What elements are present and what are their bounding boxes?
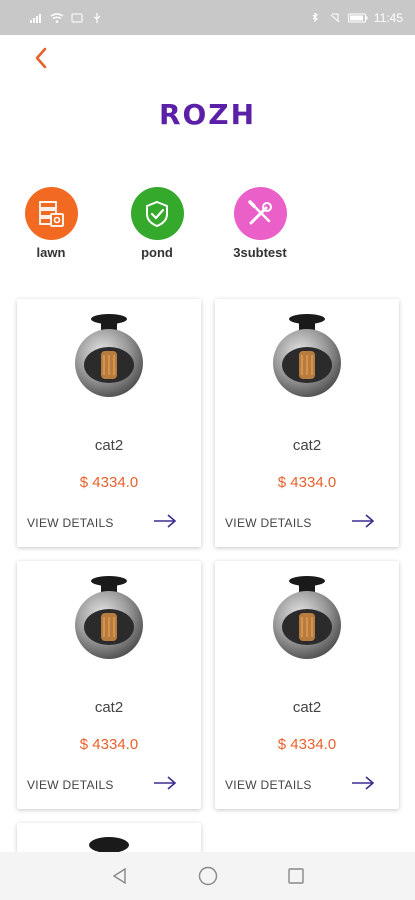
wifi-icon xyxy=(50,12,64,23)
product-image xyxy=(75,314,143,397)
arrow-right-icon[interactable] xyxy=(153,513,177,529)
product-card[interactable]: cat2 $ 4334.0 VIEW DETAILS xyxy=(17,561,201,809)
product-card[interactable]: cat2 $ 4334.0 VIEW DETAILS xyxy=(215,561,399,809)
product-name: cat2 xyxy=(292,699,322,716)
product-name: cat2 xyxy=(94,699,124,716)
view-details-link[interactable]: VIEW DETAILS xyxy=(27,778,114,792)
arrow-right-icon[interactable] xyxy=(351,513,375,529)
signal-icon xyxy=(30,13,41,23)
server-icon xyxy=(24,187,78,240)
product-image xyxy=(75,576,143,659)
view-details-link[interactable]: VIEW DETAILS xyxy=(225,778,312,792)
product-price: $ 4334.0 xyxy=(79,736,139,753)
nav-home-icon[interactable] xyxy=(196,864,220,888)
product-name: cat2 xyxy=(94,437,124,454)
category-pond[interactable]: pond xyxy=(112,187,202,260)
tools-icon xyxy=(233,187,287,240)
status-right: 11:45 xyxy=(308,11,403,25)
view-details-link[interactable]: VIEW DETAILS xyxy=(225,516,312,530)
usb-icon xyxy=(93,12,101,23)
system-nav-bar xyxy=(0,852,415,900)
shield-check-icon xyxy=(130,187,184,240)
product-price: $ 4334.0 xyxy=(277,474,337,491)
back-chevron-icon[interactable] xyxy=(28,44,56,72)
notification-icon xyxy=(71,13,83,22)
arrow-right-icon[interactable] xyxy=(153,775,177,791)
view-details-link[interactable]: VIEW DETAILS xyxy=(27,516,114,530)
status-time: 11:45 xyxy=(373,10,403,25)
nav-back-icon[interactable] xyxy=(108,864,132,888)
category-label: lawn xyxy=(36,245,66,260)
product-price: $ 4334.0 xyxy=(277,736,337,753)
arrow-right-icon[interactable] xyxy=(351,775,375,791)
product-image xyxy=(273,576,341,659)
category-label: 3subtest xyxy=(233,245,287,260)
product-image xyxy=(89,837,129,853)
status-left xyxy=(30,12,104,23)
mute-icon xyxy=(330,12,340,22)
product-image xyxy=(273,314,341,397)
product-card[interactable]: cat2 $ 4334.0 VIEW DETAILS xyxy=(17,299,201,547)
nav-recents-icon[interactable] xyxy=(284,864,308,888)
bluetooth-icon xyxy=(312,12,318,22)
product-name: cat2 xyxy=(292,437,322,454)
category-3subtest[interactable]: 3subtest xyxy=(215,187,305,260)
category-lawn[interactable]: lawn xyxy=(6,187,96,260)
status-bar: 11:45 xyxy=(0,0,415,35)
brand-title: ROZH xyxy=(158,98,257,131)
product-price: $ 4334.0 xyxy=(79,474,139,491)
category-label: pond xyxy=(141,245,173,260)
battery-icon xyxy=(347,13,368,22)
product-card[interactable]: cat2 $ 4334.0 VIEW DETAILS xyxy=(215,299,399,547)
